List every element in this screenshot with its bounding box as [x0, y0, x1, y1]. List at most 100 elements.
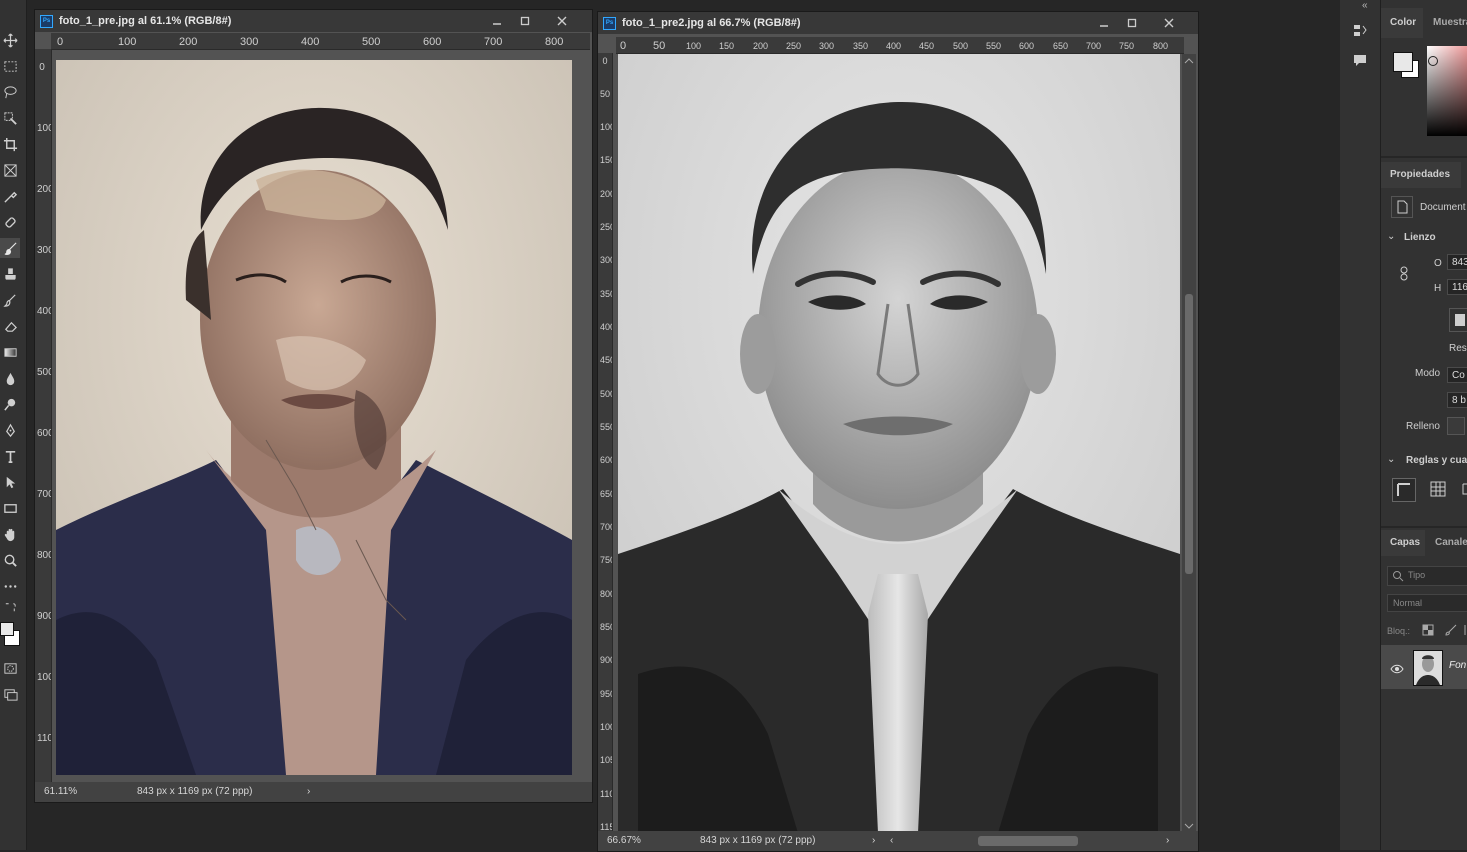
swap-colors-icon[interactable] — [0, 600, 20, 614]
horizontal-scroll-thumb[interactable] — [978, 836, 1078, 846]
ruler-label: 200 — [179, 36, 198, 48]
scroll-down-icon[interactable] — [1182, 821, 1196, 831]
bit-depth-select[interactable]: 8 b — [1447, 392, 1467, 408]
vertical-ruler[interactable]: 0 100 200 300 400 500 600 700 800 900 10… — [35, 49, 52, 782]
ruler-label: 750 — [600, 555, 612, 565]
ruler-label: 250 — [600, 222, 612, 232]
collapse-panels-icon[interactable]: « — [1362, 0, 1368, 11]
document-window-right[interactable]: Ps foto_1_pre2.jpg al 66.7% (RGB/8#) 0 5… — [597, 11, 1199, 852]
foreground-color-swatch[interactable] — [0, 622, 14, 636]
tab-swatches[interactable]: Muestra — [1433, 17, 1467, 28]
mode-select[interactable]: Co — [1447, 367, 1467, 383]
layer-name[interactable]: Fon — [1449, 660, 1466, 671]
properties-panel: Propiedades Document ⌄ Lienzo O 843 H 11… — [1381, 158, 1467, 528]
fill-label: Relleno — [1406, 421, 1440, 432]
zoom-level[interactable]: 66.67% — [607, 835, 641, 846]
path-selection-tool-icon[interactable] — [0, 472, 20, 492]
visibility-eye-icon[interactable] — [1390, 661, 1404, 679]
chevron-down-icon[interactable]: ⌄ — [1387, 231, 1395, 242]
grid-toggle-icon[interactable] — [1427, 478, 1449, 500]
close-button[interactable] — [1155, 12, 1183, 34]
lock-pixels-icon[interactable] — [1444, 623, 1458, 642]
document-window-left[interactable]: Ps foto_1_pre.jpg al 61.1% (RGB/8#) 0 10… — [34, 9, 593, 803]
ruler-label: 700 — [484, 36, 503, 48]
ruler-label: 600 — [1019, 41, 1035, 51]
history-brush-tool-icon[interactable] — [0, 290, 20, 310]
history-panel-icon[interactable] — [1351, 22, 1369, 44]
clone-stamp-tool-icon[interactable] — [0, 264, 20, 284]
vertical-scroll-thumb[interactable] — [1185, 294, 1193, 574]
canvas-orientation-button[interactable] — [1449, 308, 1467, 332]
vertical-ruler[interactable]: 0 50 100 150 200 250 300 350 400 450 500… — [598, 53, 613, 831]
dodge-tool-icon[interactable] — [0, 394, 20, 414]
type-tool-icon[interactable] — [0, 446, 20, 466]
blur-tool-icon[interactable] — [0, 368, 20, 388]
chevron-down-icon[interactable]: ⌄ — [1387, 454, 1395, 465]
rulers-toggle-icon[interactable] — [1392, 478, 1416, 502]
layer-row-background[interactable]: Fon — [1381, 645, 1467, 689]
document-canvas-right[interactable] — [618, 54, 1180, 833]
blend-mode-select[interactable]: Normal — [1387, 594, 1467, 612]
more-tools-icon[interactable] — [0, 576, 20, 596]
lock-position-icon[interactable] — [1463, 623, 1467, 642]
lock-transparent-icon[interactable] — [1422, 623, 1434, 641]
vertical-scrollbar[interactable] — [1182, 54, 1196, 833]
gradient-tool-icon[interactable] — [0, 342, 20, 362]
rectangle-tool-icon[interactable] — [0, 498, 20, 518]
close-button[interactable] — [548, 10, 576, 32]
color-picker-cursor[interactable] — [1428, 56, 1438, 66]
tab-channels[interactable]: Canale — [1435, 537, 1467, 548]
horizontal-ruler[interactable]: 0 100 200 300 400 500 600 700 800 — [51, 33, 590, 50]
pen-tool-icon[interactable] — [0, 420, 20, 440]
hand-tool-icon[interactable] — [0, 524, 20, 544]
maximize-button[interactable] — [511, 10, 539, 32]
lasso-tool-icon[interactable] — [0, 82, 20, 102]
minimize-button[interactable] — [1090, 12, 1118, 34]
comments-panel-icon[interactable] — [1351, 52, 1369, 70]
screen-mode-icon[interactable] — [0, 684, 20, 704]
panel-icon-column: « — [1340, 0, 1380, 850]
horizontal-ruler[interactable]: 0 50 100 150 200 250 300 350 400 450 500… — [616, 37, 1184, 54]
ruler-label: 800 — [545, 36, 564, 48]
scroll-left-icon[interactable]: ‹ — [890, 835, 893, 846]
color-panel: Color Muestra — [1381, 0, 1467, 158]
document-canvas-left[interactable] — [56, 60, 572, 775]
zoom-level[interactable]: 61.11% — [44, 786, 77, 797]
ruler-label: 100 — [37, 123, 51, 134]
frame-tool-icon[interactable] — [0, 160, 20, 180]
height-field[interactable]: 116 — [1447, 279, 1467, 295]
height-label: H — [1434, 283, 1442, 294]
layer-filter-placeholder: Tipo — [1408, 570, 1426, 580]
scroll-up-icon[interactable] — [1182, 56, 1196, 66]
eraser-tool-icon[interactable] — [0, 316, 20, 336]
guides-toggle-icon[interactable] — [1460, 478, 1467, 500]
document-titlebar-right[interactable]: Ps foto_1_pre2.jpg al 66.7% (RGB/8#) — [598, 12, 1198, 34]
brush-tool-icon[interactable] — [0, 238, 20, 258]
color-picker-field[interactable] — [1427, 46, 1467, 136]
eyedropper-tool-icon[interactable] — [0, 186, 20, 206]
foreground-color-swatch-top[interactable] — [1393, 52, 1413, 72]
document-titlebar-left[interactable]: Ps foto_1_pre.jpg al 61.1% (RGB/8#) — [35, 10, 592, 32]
fill-swatch[interactable] — [1447, 417, 1465, 435]
marquee-tool-icon[interactable] — [0, 56, 20, 76]
scroll-right-icon[interactable]: › — [1166, 835, 1169, 846]
canvas-section-title[interactable]: Lienzo — [1404, 232, 1436, 243]
rulers-section-title[interactable]: Reglas y cua — [1406, 455, 1467, 466]
move-tool-icon[interactable] — [0, 30, 20, 50]
crop-tool-icon[interactable] — [0, 134, 20, 154]
ruler-label: 500 — [362, 36, 381, 48]
object-select-tool-icon[interactable] — [0, 108, 20, 128]
width-field[interactable]: 843 — [1447, 254, 1467, 270]
minimize-button[interactable] — [483, 10, 511, 32]
layer-filter-input[interactable]: Tipo — [1387, 566, 1467, 586]
status-chevron-icon[interactable]: › — [872, 835, 875, 846]
right-panels: Color Muestra Propiedades Document ⌄ Lie… — [1380, 0, 1467, 850]
maximize-button[interactable] — [1118, 12, 1146, 34]
zoom-tool-icon[interactable] — [0, 550, 20, 570]
status-chevron-icon[interactable]: › — [307, 786, 310, 797]
tab-color-label: Color — [1390, 17, 1417, 28]
healing-brush-tool-icon[interactable] — [0, 212, 20, 232]
quick-mask-icon[interactable] — [0, 658, 20, 678]
ruler-label: 150 — [719, 41, 735, 51]
link-dimensions-icon[interactable] — [1398, 266, 1410, 287]
